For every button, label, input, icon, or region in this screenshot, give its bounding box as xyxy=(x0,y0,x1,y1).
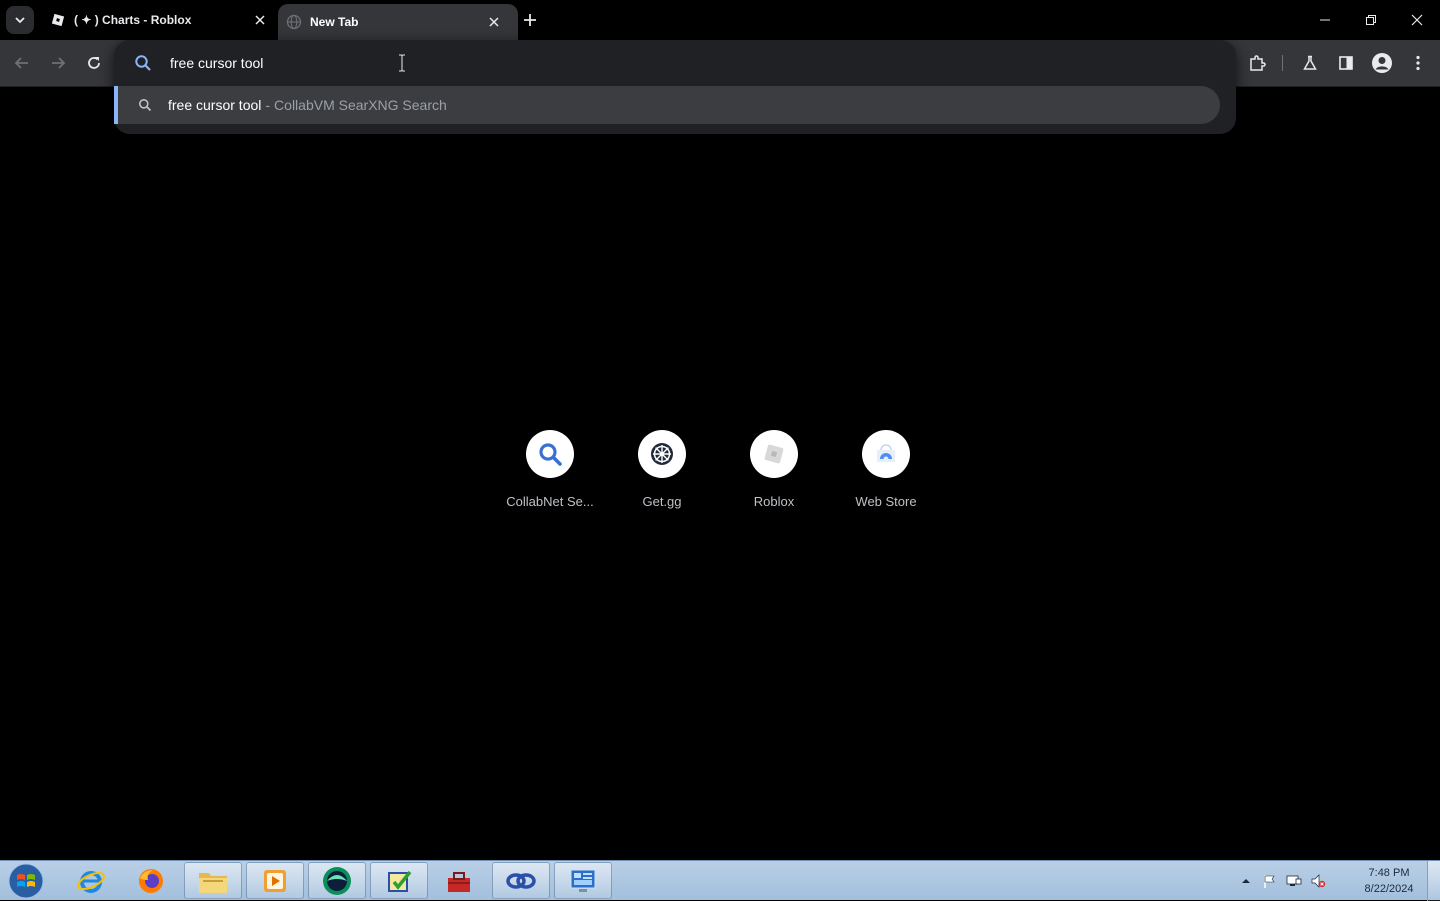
minimize-icon xyxy=(1320,19,1330,21)
arrow-left-icon xyxy=(14,57,28,69)
clock-date: 8/22/2024 xyxy=(1364,883,1414,895)
tab-new-tab[interactable]: New Tab xyxy=(278,4,518,40)
taskbar-media-player[interactable] xyxy=(246,862,304,899)
close-window-button[interactable] xyxy=(1394,0,1440,40)
windows-logo-icon xyxy=(8,863,44,899)
roblox-icon xyxy=(764,444,784,464)
search-icon xyxy=(539,443,562,466)
puzzle-icon xyxy=(1250,55,1266,71)
labs-button[interactable] xyxy=(1296,49,1324,77)
tab-strip: ( ✦ ) Charts - Roblox New Tab xyxy=(0,0,1440,40)
shortcut-tile xyxy=(638,430,686,478)
shortcuts-grid: CollabNet Se... Get.gg Roblox Web Store xyxy=(494,430,944,520)
minimize-button[interactable] xyxy=(1302,0,1348,40)
taskbar-clock[interactable]: 7:48 PM 8/22/2024 xyxy=(1358,865,1420,897)
reload-button[interactable] xyxy=(80,49,108,77)
network-icon[interactable] xyxy=(1286,873,1302,889)
toolbar-divider xyxy=(1282,55,1283,71)
arrow-right-icon xyxy=(52,57,66,69)
control-panel-icon xyxy=(570,869,596,892)
tab-search-button[interactable] xyxy=(6,6,34,34)
suggestion-query: free cursor tool xyxy=(168,97,262,113)
search-icon xyxy=(135,55,151,71)
suggestion-engine: CollabVM SearXNG Search xyxy=(274,97,447,113)
omnibox-suggestion[interactable]: free cursor tool - CollabVM SearXNG Sear… xyxy=(114,86,1220,124)
shortcut-roblox[interactable]: Roblox xyxy=(718,430,830,520)
shortcut-collabnet[interactable]: CollabNet Se... xyxy=(494,430,606,520)
clock-time: 7:48 PM xyxy=(1368,867,1410,879)
shortcut-tile xyxy=(862,430,910,478)
taskbar-control-panel[interactable] xyxy=(554,862,612,899)
taskbar-task-app[interactable] xyxy=(370,862,428,899)
more-vertical-icon xyxy=(1416,55,1420,71)
volume-muted-icon[interactable] xyxy=(1310,873,1326,889)
reload-icon xyxy=(88,57,100,69)
wheel-icon xyxy=(651,443,673,465)
extensions-button[interactable] xyxy=(1243,49,1271,77)
task-icon xyxy=(388,870,412,892)
shortcut-label: Get.gg xyxy=(642,494,682,509)
shortcut-web-store[interactable]: Web Store xyxy=(830,430,942,520)
system-tray: 7:48 PM 8/22/2024 xyxy=(1240,861,1440,901)
toolbox-icon xyxy=(448,871,470,892)
globe-icon xyxy=(286,14,302,30)
shortcut-label: CollabNet Se... xyxy=(506,494,594,509)
tab-title: New Tab xyxy=(310,15,359,29)
app-blue-icon xyxy=(506,872,536,889)
taskbar-firefox[interactable] xyxy=(122,862,180,899)
app-green-icon xyxy=(323,866,351,895)
omnibox[interactable] xyxy=(114,40,1236,86)
text-cursor-icon xyxy=(399,54,405,72)
chevron-down-icon xyxy=(15,17,25,24)
menu-button[interactable] xyxy=(1404,49,1432,77)
restore-icon xyxy=(1366,15,1376,25)
forward-button[interactable] xyxy=(44,49,72,77)
close-icon xyxy=(1411,14,1423,26)
avatar-icon xyxy=(1372,53,1392,73)
close-tab-icon[interactable] xyxy=(484,12,504,32)
web-store-icon xyxy=(877,444,895,462)
plus-icon xyxy=(524,14,536,26)
back-button[interactable] xyxy=(8,49,36,77)
taskbar-internet-explorer[interactable] xyxy=(62,862,120,899)
show-desktop-button[interactable] xyxy=(1427,861,1440,901)
taskbar-blue-app[interactable] xyxy=(492,862,550,899)
internet-explorer-icon xyxy=(77,870,105,893)
omnibox-popup: free cursor tool - CollabVM SearXNG Sear… xyxy=(114,40,1236,134)
shortcut-tile xyxy=(750,430,798,478)
file-explorer-icon xyxy=(199,872,227,893)
action-center-flag-icon[interactable] xyxy=(1262,873,1278,889)
new-tab-button[interactable] xyxy=(518,8,542,32)
side-panel-button[interactable] xyxy=(1332,49,1360,77)
search-icon xyxy=(139,99,152,112)
firefox-icon xyxy=(139,868,163,893)
shortcut-label: Web Store xyxy=(855,494,917,509)
media-player-icon xyxy=(264,869,286,892)
flask-icon xyxy=(1303,55,1317,70)
restore-button[interactable] xyxy=(1348,0,1394,40)
roblox-favicon-icon xyxy=(51,13,65,27)
taskbar-file-explorer[interactable] xyxy=(184,862,242,899)
suggestion-separator: - xyxy=(265,97,271,113)
taskbar-toolbox[interactable] xyxy=(430,862,488,899)
side-panel-icon xyxy=(1339,56,1353,70)
shortcut-tile xyxy=(526,430,574,478)
shortcut-getgg[interactable]: Get.gg xyxy=(606,430,718,520)
tab-roblox-charts[interactable]: ( ✦ ) Charts - Roblox xyxy=(40,0,270,40)
address-input[interactable] xyxy=(168,54,1072,72)
taskbar: 7:48 PM 8/22/2024 xyxy=(0,860,1440,901)
taskbar-green-app[interactable] xyxy=(308,862,366,899)
start-button[interactable] xyxy=(6,863,46,899)
show-hidden-icons-icon[interactable] xyxy=(1238,873,1254,889)
shortcut-label: Roblox xyxy=(753,494,795,509)
profile-button[interactable] xyxy=(1368,49,1396,77)
tab-title: ( ✦ ) Charts - Roblox xyxy=(74,13,192,27)
close-tab-icon[interactable] xyxy=(250,10,270,30)
